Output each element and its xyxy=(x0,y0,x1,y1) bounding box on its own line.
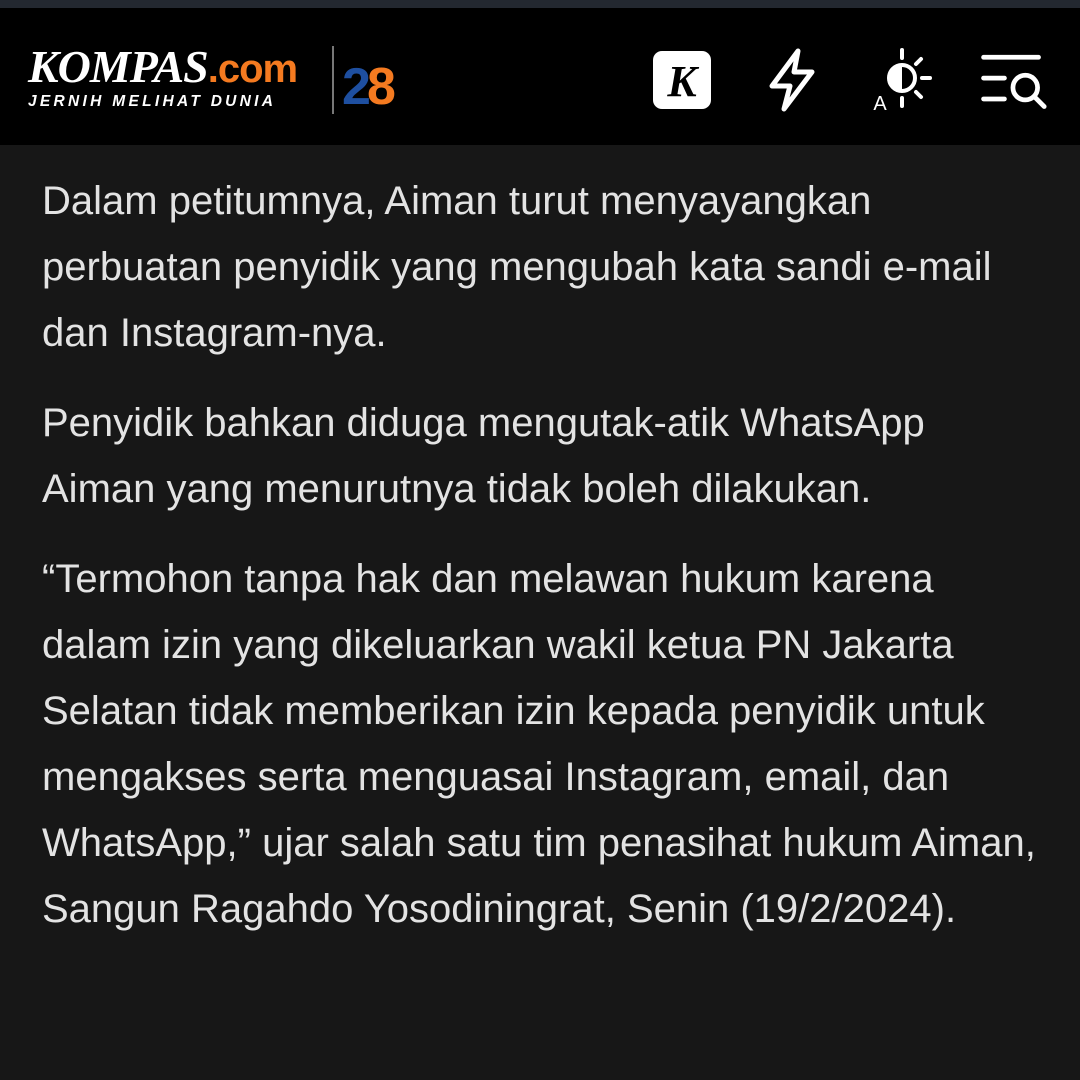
kompas-k-button[interactable]: K xyxy=(646,44,718,116)
article-body: Dalam petitumnya, Aiman turut menyayangk… xyxy=(42,168,1042,966)
flash-news-button[interactable] xyxy=(756,44,828,116)
status-bar-strip xyxy=(0,0,1080,8)
display-mode-button[interactable]: A xyxy=(866,44,938,116)
svg-text:A: A xyxy=(873,93,887,115)
svg-text:K: K xyxy=(666,57,699,106)
menu-search-icon xyxy=(981,54,1047,109)
lightning-icon xyxy=(769,48,815,112)
display-mode-icon: A xyxy=(873,48,932,115)
article-paragraph: Dalam petitumnya, Aiman turut menyayangk… xyxy=(42,179,992,355)
menu-search-button[interactable] xyxy=(976,44,1048,116)
article-paragraph: Penyidik bahkan diduga mengutak-atik Wha… xyxy=(42,401,925,511)
article-paragraph: “Termohon tanpa hak dan melawan hukum ka… xyxy=(42,557,1036,931)
kompas-k-icon: K xyxy=(653,51,711,109)
header-actions: K A xyxy=(0,8,1080,145)
